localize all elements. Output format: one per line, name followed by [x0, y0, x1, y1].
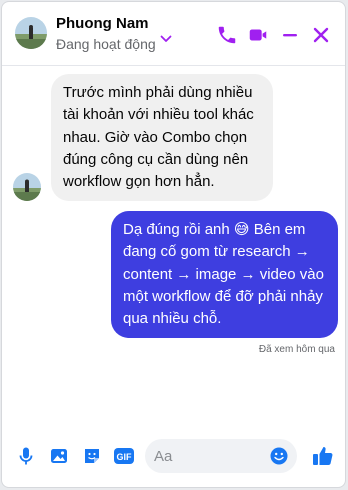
sender-avatar[interactable]	[13, 173, 41, 201]
avatar[interactable]	[15, 17, 47, 49]
outgoing-message[interactable]: Dạ đúng rồi anh 😅 Bên em đang cố gom từ …	[111, 211, 338, 339]
like-icon[interactable]	[311, 444, 335, 468]
active-status: Đang hoạt động	[56, 36, 156, 52]
message-input-placeholder: Aa	[154, 448, 173, 465]
contact-name[interactable]: Phuong Nam	[56, 15, 149, 32]
emoji-icon[interactable]	[269, 446, 289, 471]
microphone-icon[interactable]	[16, 446, 36, 466]
video-call-icon[interactable]	[247, 24, 269, 46]
close-icon[interactable]	[310, 24, 332, 46]
photo-icon[interactable]	[49, 446, 69, 466]
chevron-down-icon[interactable]	[160, 30, 172, 48]
minimize-icon[interactable]	[279, 24, 301, 46]
chat-window: Phuong Nam Đang hoạt động Trước mình phả…	[1, 1, 346, 488]
seen-status: Đã xem hôm qua	[258, 344, 335, 355]
gif-label: GIF	[117, 452, 133, 462]
message-input[interactable]: Aa	[145, 439, 297, 473]
gif-icon[interactable]: GIF	[113, 446, 134, 466]
incoming-message[interactable]: Trước mình phải dùng nhiều tài khoản với…	[51, 74, 273, 202]
chat-header: Phuong Nam Đang hoạt động	[2, 2, 345, 66]
phone-icon[interactable]	[216, 24, 238, 46]
sticker-icon[interactable]	[82, 446, 102, 466]
